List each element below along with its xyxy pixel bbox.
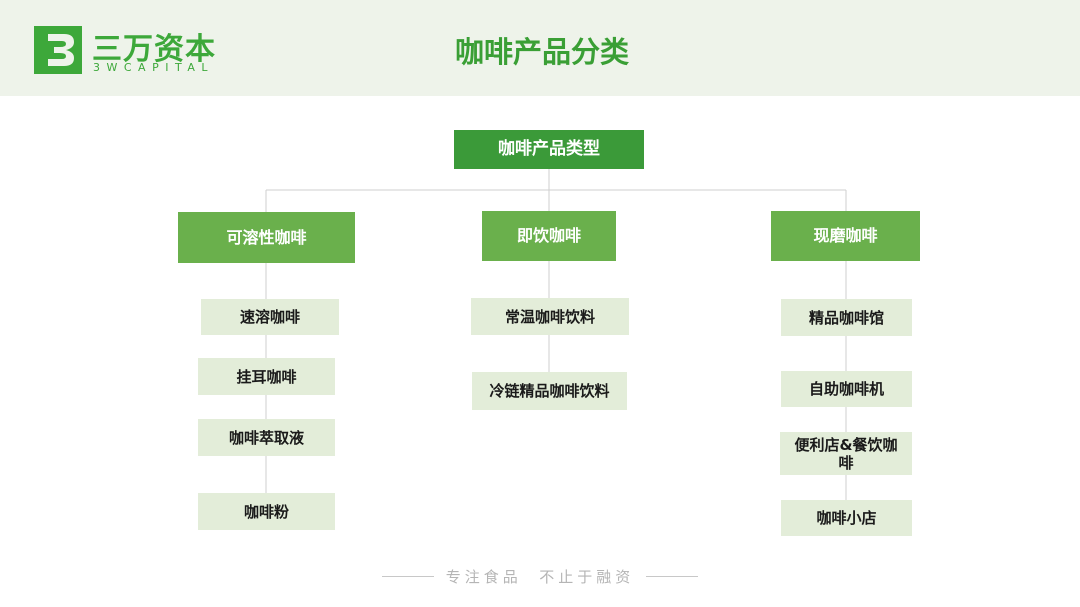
leaf-node: 咖啡粉	[198, 493, 335, 530]
leaf-node: 挂耳咖啡	[198, 358, 335, 395]
leaf-node: 常温咖啡饮料	[471, 298, 629, 335]
footer: 专注食品 不止于融资	[0, 562, 1080, 590]
leaf-node: 咖啡萃取液	[198, 419, 335, 456]
root-node: 咖啡产品类型	[454, 130, 644, 169]
leaf-node: 冷链精品咖啡饮料	[472, 372, 627, 410]
leaf-node: 便利店&餐饮咖啡	[780, 432, 912, 475]
leaf-node: 精品咖啡馆	[781, 299, 912, 336]
leaf-node: 速溶咖啡	[201, 299, 339, 335]
footer-divider-left	[381, 575, 434, 577]
leaf-node: 自助咖啡机	[781, 371, 912, 407]
footer-slogan: 专注食品 不止于融资	[445, 567, 635, 586]
footer-divider-right	[646, 575, 699, 577]
leaf-node: 咖啡小店	[781, 500, 912, 536]
category-node-soluble-coffee: 可溶性咖啡	[178, 212, 355, 263]
category-node-ready-to-drink-coffee: 即饮咖啡	[482, 211, 616, 261]
category-node-fresh-ground-coffee: 现磨咖啡	[771, 211, 920, 261]
